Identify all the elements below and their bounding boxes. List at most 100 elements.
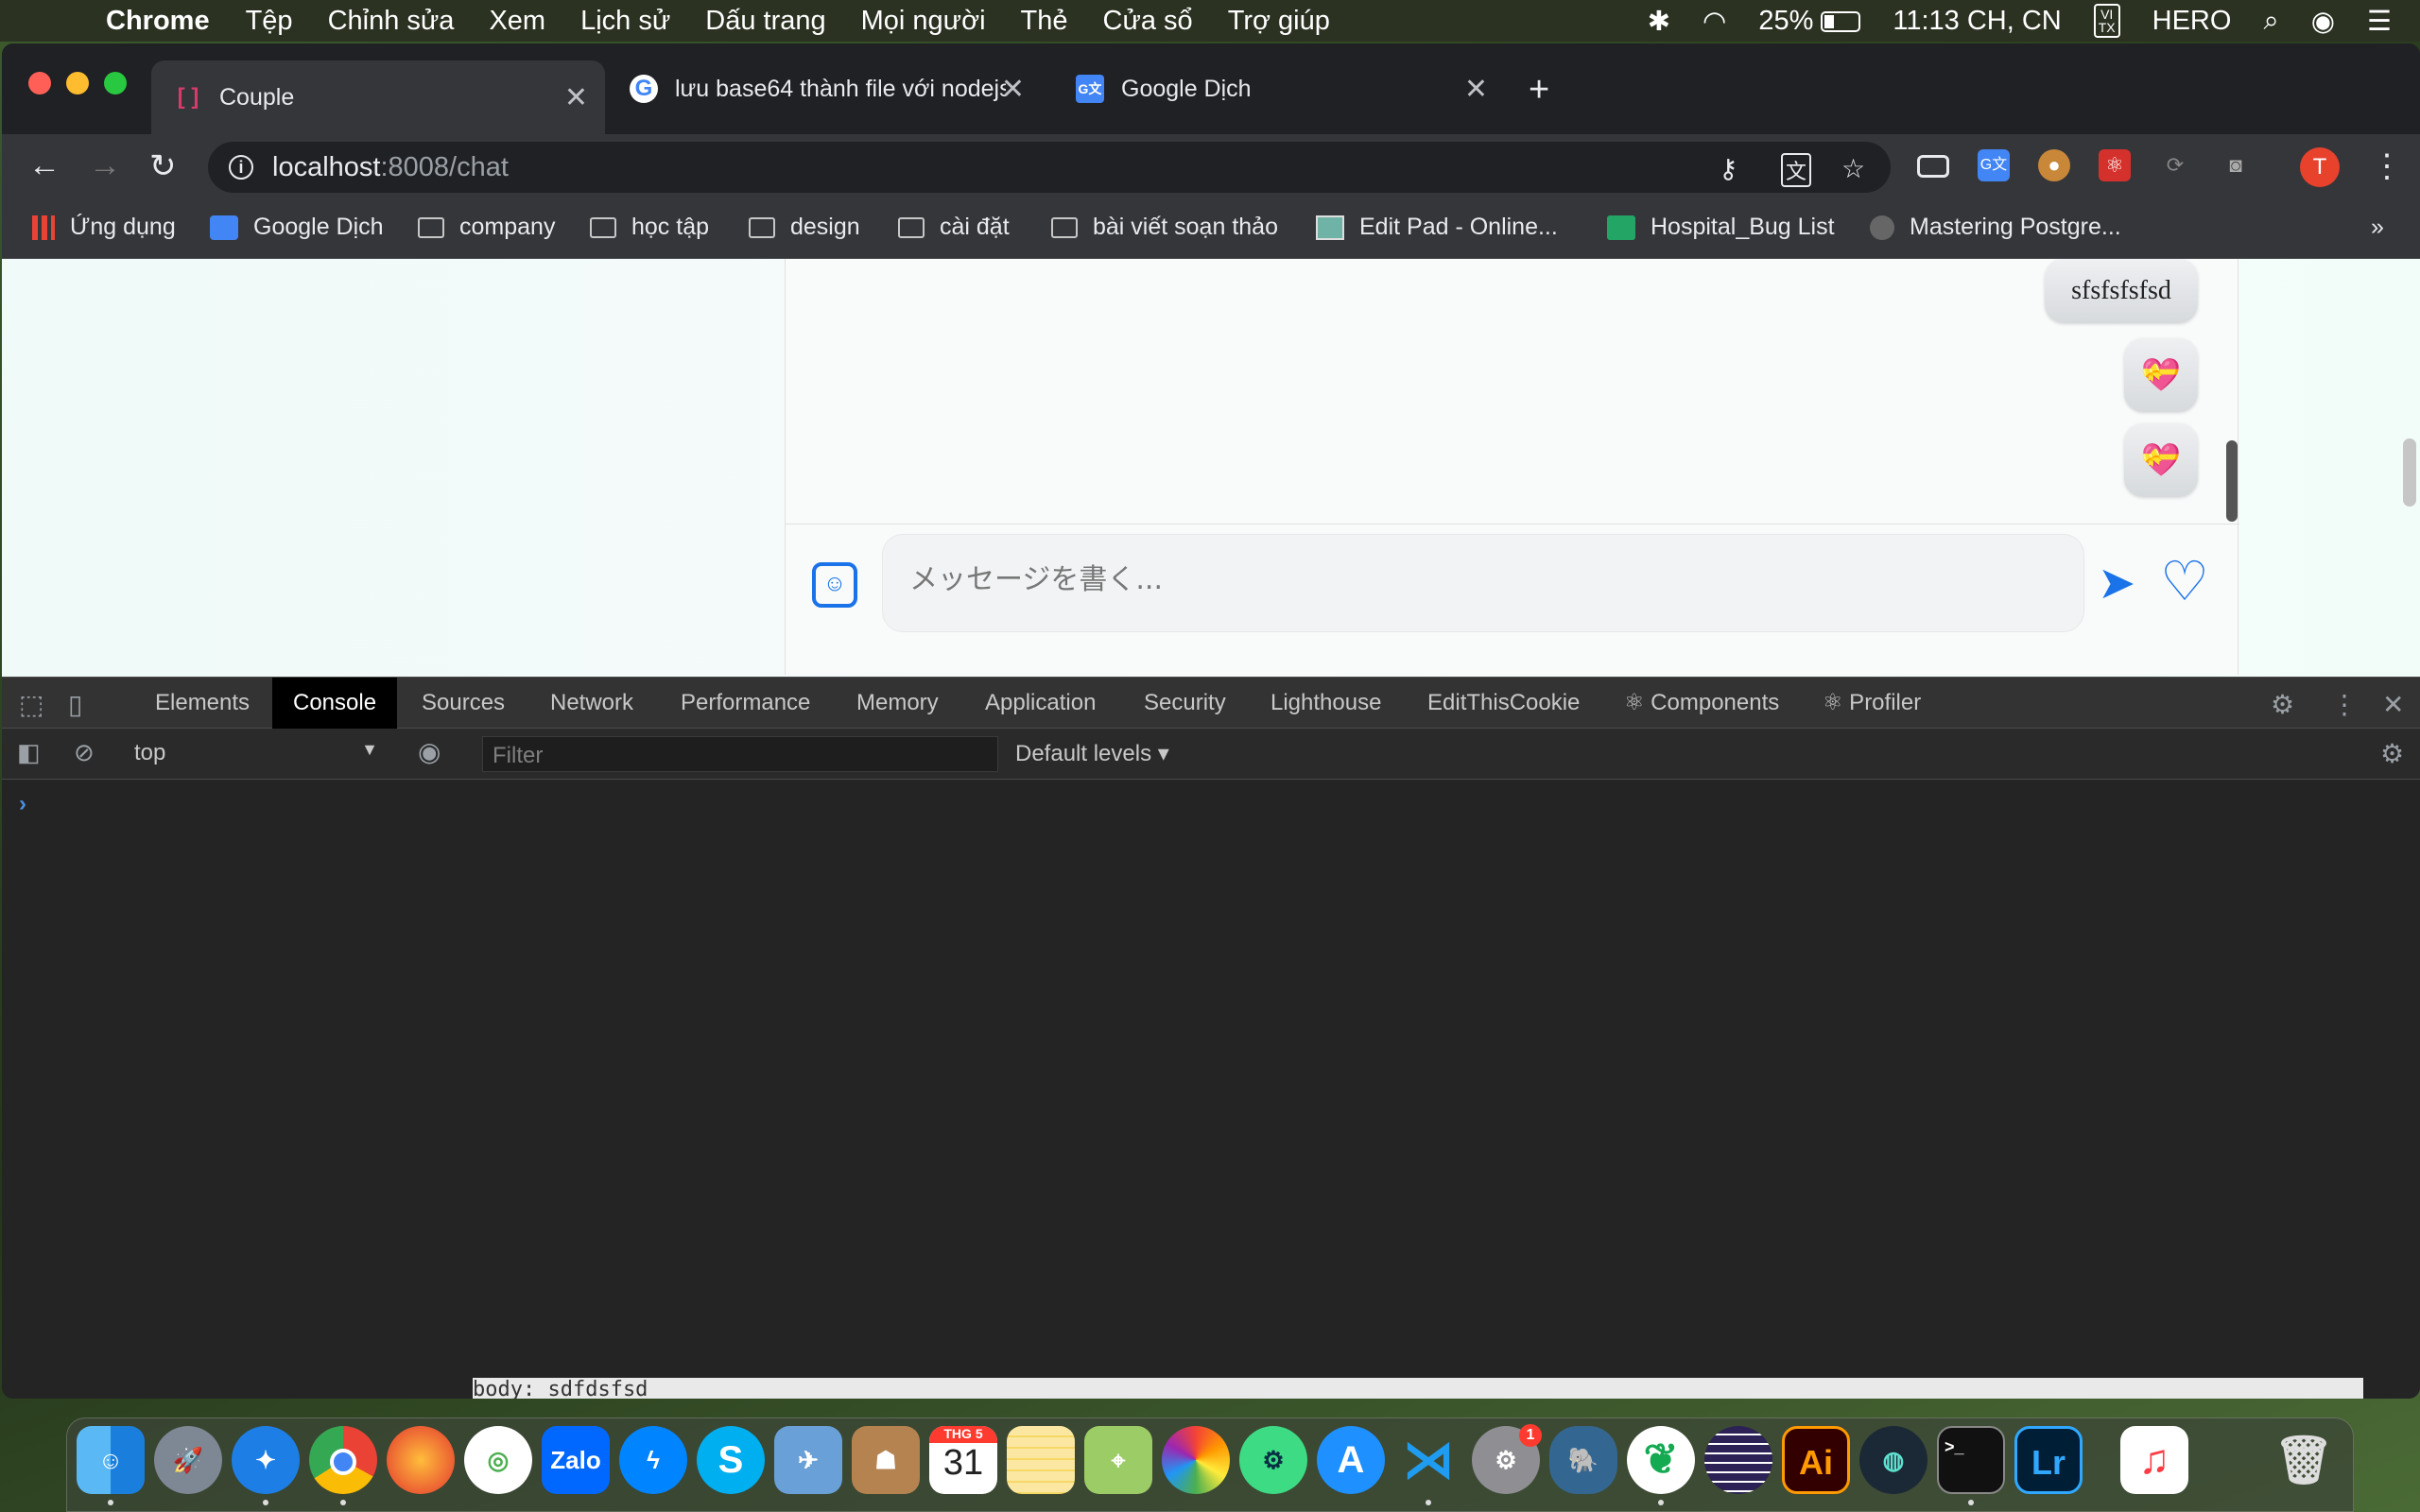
devtools-tab-performance[interactable]: Performance [660, 678, 831, 729]
console-settings-icon[interactable]: ⚙ [2380, 738, 2404, 769]
message-bubble-heart-sticker[interactable]: 💝 [2124, 338, 2198, 412]
window-close-button[interactable] [28, 72, 51, 94]
preview-icon[interactable]: ✈ [774, 1426, 842, 1494]
tab-couple[interactable]: [ ] Couple ✕ [151, 60, 605, 134]
devtools-tab-elements[interactable]: Elements [134, 678, 270, 729]
translate-page-icon[interactable]: 文 [1781, 153, 1812, 187]
google-translate-extension-icon[interactable]: G文 [1978, 149, 2010, 181]
device-toolbar-icon[interactable]: ▯ [68, 689, 82, 720]
launchpad-icon[interactable]: 🚀 [154, 1426, 222, 1494]
menu-history[interactable]: Lịch sử [580, 6, 670, 37]
devtools-tab-application[interactable]: Application [964, 678, 1116, 729]
photos-icon[interactable] [1162, 1426, 1230, 1494]
gitkraken-icon[interactable]: ◍ [1859, 1426, 1927, 1494]
vscode-icon[interactable]: ⋊ [1394, 1426, 1462, 1494]
menu-bookmarks[interactable]: Dấu trang [705, 6, 825, 37]
devtools-tab-lighthouse[interactable]: Lighthouse [1250, 678, 1402, 729]
devtools-tab-security[interactable]: Security [1123, 678, 1247, 729]
send-icon[interactable]: ➤ [2098, 557, 2135, 610]
spotlight-search-icon[interactable]: ⌕ [2263, 6, 2278, 37]
bookmark-mastering-postgres[interactable]: Mastering Postgre... [1870, 214, 2121, 241]
safari-icon[interactable]: ✦ [232, 1426, 300, 1494]
bookmark-hospital-bug-list[interactable]: Hospital_Bug List [1607, 214, 1835, 241]
devtools-tab-profiler[interactable]: ⚛ Profiler [1802, 678, 1942, 729]
cast-extension-icon[interactable] [1917, 155, 1949, 178]
back-icon[interactable]: ← [28, 147, 60, 184]
chat-scrollbar-thumb[interactable] [2226, 440, 2238, 522]
window-minimize-button[interactable] [66, 72, 89, 94]
app-menu-chrome[interactable]: Chrome [106, 6, 210, 37]
live-expression-eye-icon[interactable]: ◉ [418, 736, 441, 767]
password-key-icon[interactable]: ⚷ [1719, 153, 1738, 184]
devtools-tab-network[interactable]: Network [529, 678, 654, 729]
tab-base64-search[interactable]: G lưu base64 thành file với nodejs ✕ [607, 60, 1042, 117]
console-sidebar-icon[interactable]: ◧ [17, 738, 41, 767]
bookmark-folder-bai-viet[interactable]: bài viết soạn thảo [1051, 214, 1278, 241]
tab-close-icon[interactable]: ✕ [1001, 73, 1025, 106]
screenshot-extension-icon[interactable]: ◙ [2220, 149, 2252, 181]
tab-close-icon[interactable]: ✕ [1464, 73, 1488, 106]
devtools-close-icon[interactable]: ✕ [2382, 689, 2404, 720]
clock[interactable]: 11:13 CH, CN [1893, 6, 2061, 37]
music-icon[interactable]: ♫ [2120, 1426, 2188, 1494]
bookmarks-overflow-button[interactable]: » [2371, 214, 2384, 241]
wifi-icon[interactable]: ◠ [1703, 5, 1726, 38]
sync-extension-icon[interactable]: ⟳ [2159, 149, 2191, 181]
messenger-icon[interactable]: ϟ [619, 1426, 687, 1494]
notification-center-icon[interactable]: ☰ [2367, 5, 2392, 38]
cookie-extension-icon[interactable]: ● [2038, 149, 2070, 181]
chrome-icon[interactable] [309, 1426, 377, 1494]
menu-edit[interactable]: Chỉnh sửa [328, 6, 455, 37]
reload-icon[interactable]: ↻ [149, 147, 177, 185]
console-filter-input[interactable]: Filter [482, 736, 998, 772]
message-input[interactable]: メッセージを書く... [882, 534, 2084, 632]
bluetooth-icon[interactable]: ✱ [1648, 5, 1670, 38]
clear-console-icon[interactable]: ⊘ [74, 738, 95, 767]
react-devtools-extension-icon[interactable]: ⚛ [2099, 149, 2131, 181]
bookmark-folder-design[interactable]: design [749, 214, 860, 241]
coccoc-icon[interactable]: ◎ [464, 1426, 532, 1494]
menu-window[interactable]: Cửa sổ [1103, 6, 1193, 37]
devtools-tab-components[interactable]: ⚛ Components [1603, 678, 1800, 729]
battery-status[interactable]: 25% [1758, 6, 1861, 37]
zalo-icon[interactable]: Zalo [542, 1426, 610, 1494]
bookmark-apps[interactable]: Ứng dụng [32, 214, 176, 241]
bookmark-google-translate[interactable]: Google Dịch [210, 214, 384, 241]
tab-close-icon[interactable]: ✕ [564, 81, 588, 114]
javascript-context-select[interactable]: top ▼ [134, 740, 382, 768]
menu-view[interactable]: Xem [489, 6, 545, 37]
site-info-icon[interactable]: i [229, 155, 253, 180]
user-name[interactable]: HERO [2152, 6, 2232, 37]
finder-icon[interactable]: ☺ [77, 1426, 145, 1494]
calendar-icon[interactable]: THG 5 31 [929, 1426, 997, 1494]
devtools-tab-console[interactable]: Console [272, 678, 398, 729]
app-store-icon[interactable]: A [1317, 1426, 1385, 1494]
eclipse-icon[interactable] [1704, 1426, 1772, 1494]
siri-icon[interactable]: ◉ [2311, 5, 2335, 38]
bookmark-edit-pad[interactable]: Edit Pad - Online... [1316, 214, 1558, 241]
message-bubble-heart-sticker[interactable]: 💝 [2124, 423, 2198, 497]
contacts-icon[interactable]: ☗ [852, 1426, 920, 1494]
bookmark-folder-hoc-tap[interactable]: học tập [590, 214, 709, 241]
page-scrollbar-thumb[interactable] [2403, 438, 2416, 507]
bookmark-star-icon[interactable]: ☆ [1841, 153, 1865, 184]
system-preferences-icon[interactable]: ⚙ 1 [1472, 1424, 1542, 1494]
message-bubble-text[interactable]: sfsfsfsfsd [2045, 259, 2198, 323]
menu-tab[interactable]: Thẻ [1021, 6, 1068, 37]
devtools-more-icon[interactable]: ⋮ [2331, 689, 2358, 720]
maps-icon[interactable]: ⌖ [1084, 1426, 1152, 1494]
menu-help[interactable]: Trợ giúp [1228, 6, 1330, 37]
lightroom-icon[interactable]: Lr [2014, 1426, 2083, 1494]
skype-icon[interactable]: S [697, 1426, 765, 1494]
trash-icon[interactable]: 🗑 [2270, 1426, 2338, 1494]
postgresql-elephant-icon[interactable]: 🐘 [1549, 1426, 1617, 1494]
menu-file[interactable]: Tệp [246, 6, 293, 37]
mongodb-leaf-icon[interactable]: ❦ [1627, 1426, 1695, 1494]
window-zoom-button[interactable] [104, 72, 127, 94]
chrome-menu-icon[interactable]: ⋮ [2371, 147, 2403, 185]
sticker-picker-icon[interactable]: ☺ [812, 562, 857, 608]
profile-avatar[interactable]: T [2300, 147, 2340, 187]
input-method-icon[interactable]: VI TX [2093, 4, 2120, 38]
menu-people[interactable]: Mọi người [861, 6, 986, 37]
notes-icon[interactable] [1007, 1426, 1075, 1494]
